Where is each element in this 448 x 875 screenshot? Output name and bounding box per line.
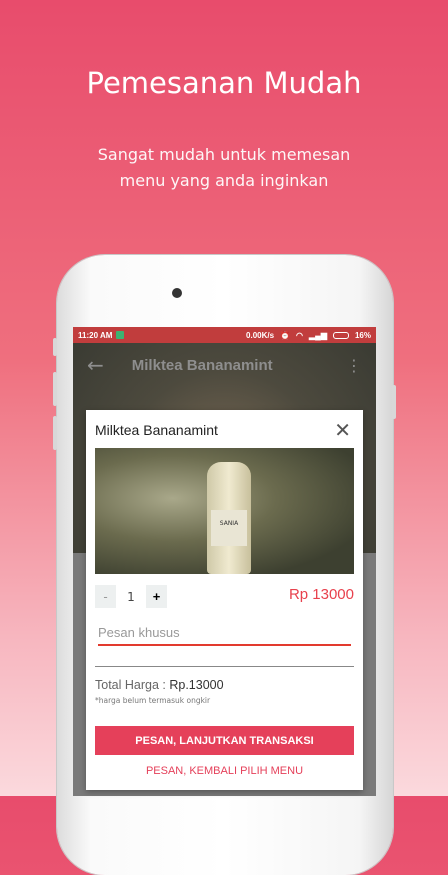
subtitle-line: menu yang anda inginkan [119,171,329,190]
dialog-title: Milktea Bananamint [95,422,218,438]
total-label: Total Harga : [95,678,166,692]
total-price: Total Harga : Rp.13000 [95,678,224,692]
bottle-label: SANIA [211,510,247,546]
price: Rp 13000 [288,586,354,603]
order-dialog: Milktea Bananamint ✕ SANIA - 1 + Rp 1300… [86,410,363,790]
order-back-to-menu-button[interactable]: PESAN, KEMBALI PILIH MENU [95,761,354,781]
status-bar: 11:20 AM 0.00K/s ⏰ ◠ ▂▄▆ 16% [73,327,376,343]
decrement-button[interactable]: - [95,585,116,608]
arrow-left-icon[interactable]: ← [87,353,104,377]
total-value: Rp.13000 [169,678,224,692]
close-icon[interactable]: ✕ [334,420,351,440]
battery-icon [332,331,349,339]
phone-button [53,372,57,406]
wifi-icon: ◠ [296,330,303,340]
notification-icon [116,331,125,339]
special-note-input[interactable] [98,623,351,646]
order-continue-button[interactable]: PESAN, LANJUTKAN TRANSAKSI [95,726,354,755]
signal-icon: ▂▄▆ [309,330,327,340]
alarm-icon: ⏰ [280,330,291,340]
increment-button[interactable]: + [146,585,167,608]
app-bar: ← Milktea Bananamint ⋮ [73,343,376,387]
status-time: 11:20 AM [78,330,113,340]
subtitle-line: Sangat mudah untuk memesan [97,145,351,164]
bottle: SANIA [207,462,251,574]
battery-level: 16% [354,330,371,340]
footnote: *harga belum termasuk ongkir [95,696,211,705]
phone-button [53,338,57,356]
phone-button [392,385,396,419]
camera-icon [172,288,182,298]
app-bar-title: Milktea Bananamint [131,356,273,374]
divider [95,666,354,667]
promo-title: Pemesanan Mudah [86,66,362,100]
quantity-value: 1 [127,589,135,604]
product-photo: SANIA [95,448,354,574]
more-vert-icon[interactable]: ⋮ [346,356,362,375]
network-speed: 0.00K/s [246,330,275,340]
promo-subtitle: Sangat mudah untuk memesan menu yang and… [0,142,448,194]
phone-button [53,416,57,450]
quantity-stepper: - 1 + [95,585,167,608]
